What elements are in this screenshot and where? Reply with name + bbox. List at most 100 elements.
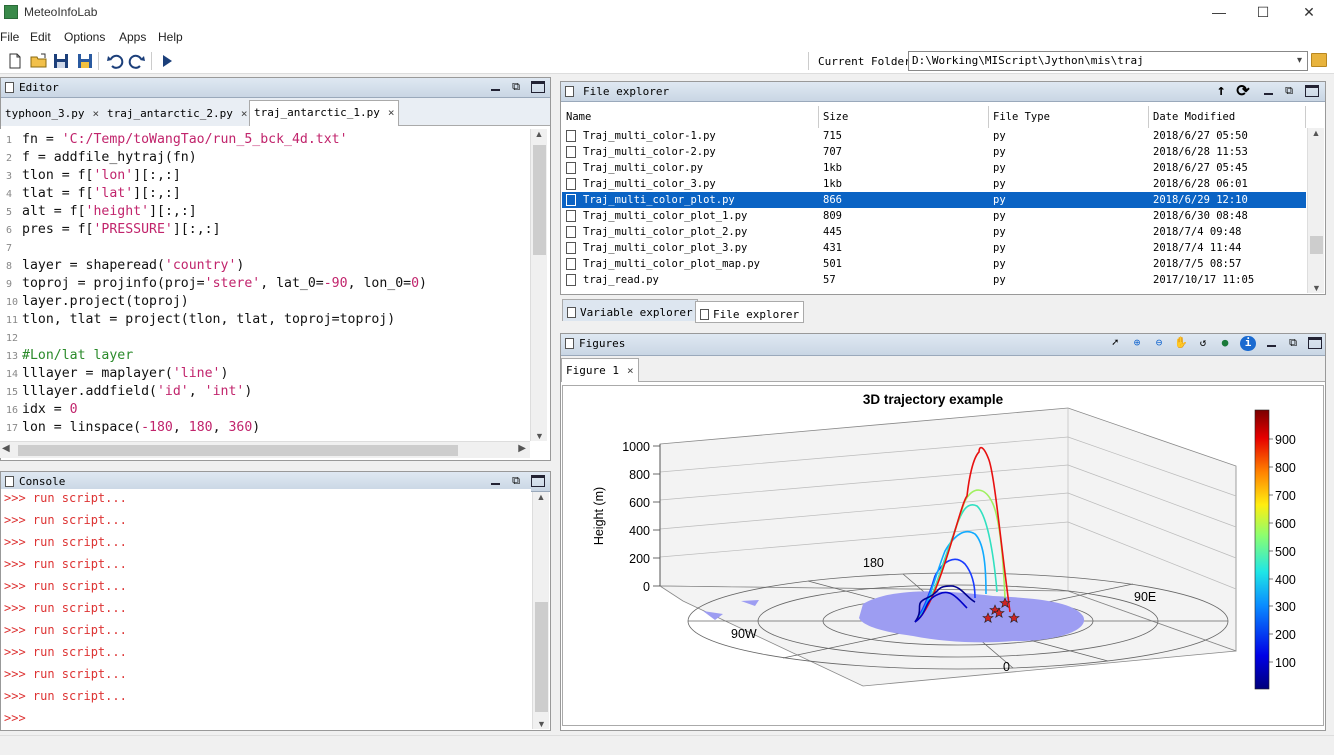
tab-traj-antarctic-1[interactable]: traj_antarctic_1.py × <box>249 100 400 126</box>
code-line[interactable]: 15 lllayer.addfield('id', 'int') <box>0 383 530 401</box>
scroll-right-icon[interactable]: ▶ <box>518 443 526 454</box>
menu-file[interactable]: File <box>0 30 19 44</box>
close-button[interactable]: ✕ <box>1286 0 1332 26</box>
minimize-panel-icon[interactable] <box>1264 86 1273 95</box>
editor-vertical-scrollbar[interactable]: ▲ ▼ <box>530 129 547 441</box>
float-panel-icon[interactable]: ⧉ <box>1285 336 1301 351</box>
tab-figure-1[interactable]: Figure 1 × <box>561 358 639 382</box>
close-tab-icon[interactable]: × <box>92 107 99 120</box>
code-line[interactable]: 6 pres = f['PRESSURE'][:,:] <box>0 221 530 239</box>
maximize-button[interactable]: ☐ <box>1240 0 1286 26</box>
scroll-down-icon[interactable]: ▼ <box>1308 283 1325 293</box>
maximize-panel-icon[interactable] <box>1308 337 1322 349</box>
code-line[interactable]: 11 tlon, tlat = project(tlon, tlat, topro… <box>0 311 530 329</box>
file-row[interactable]: Traj_multi_color-2.py 707 py 2018/6/28 11:5… <box>562 144 1306 160</box>
scroll-up-icon[interactable]: ▲ <box>531 129 547 139</box>
figure-canvas[interactable]: 3D trajectory example 1000 800 600 400 2… <box>562 385 1324 726</box>
scrollbar-thumb[interactable] <box>535 602 548 712</box>
file-row[interactable]: Traj_multi_color_plot_2.py 445 py 2018/7/4 … <box>562 224 1306 240</box>
info-icon[interactable]: i <box>1240 336 1256 351</box>
file-row[interactable]: Traj_multi_color.py 1kb py 2018/6/27 05:45 <box>562 160 1306 176</box>
file-row[interactable]: traj_read.py 57 py 2017/10/17 11:05 <box>562 272 1306 288</box>
code-line[interactable]: 4 tlat = f['lat'][:,:] <box>0 185 530 203</box>
open-folder-icon[interactable] <box>30 52 48 70</box>
zoom-out-icon[interactable]: ⊖ <box>1151 336 1167 351</box>
file-row[interactable]: Traj_multi_color-1.py 715 py 2018/6/27 05:5… <box>562 128 1306 144</box>
code-line[interactable]: 8 layer = shaperead('country') <box>0 257 530 275</box>
scrollbar-thumb[interactable] <box>533 145 546 255</box>
chevron-down-icon[interactable]: ▾ <box>1292 52 1307 70</box>
scroll-up-icon[interactable]: ▲ <box>1308 128 1324 138</box>
new-file-icon[interactable] <box>6 52 24 70</box>
tab-variable-explorer[interactable]: Variable explorer <box>562 299 698 321</box>
code-line[interactable]: 5 alt = f['height'][:,:] <box>0 203 530 221</box>
code-line[interactable]: 12 <box>0 329 530 347</box>
browse-folder-icon[interactable] <box>1311 53 1327 67</box>
maximize-panel-icon[interactable] <box>531 81 545 93</box>
minimize-panel-icon[interactable] <box>491 82 500 91</box>
float-panel-icon[interactable]: ⧉ <box>508 80 524 95</box>
refresh-icon[interactable]: ⟳ <box>1235 83 1251 99</box>
menu-apps[interactable]: Apps <box>119 30 146 44</box>
code-line[interactable]: 3 tlon = f['lon'][:,:] <box>0 167 530 185</box>
tab-typhoon-3[interactable]: typhoon_3.py × <box>1 102 105 126</box>
float-panel-icon[interactable]: ⧉ <box>1281 84 1297 99</box>
scroll-down-icon[interactable]: ▼ <box>533 719 550 729</box>
scrollbar-thumb[interactable] <box>18 445 458 456</box>
float-panel-icon[interactable]: ⧉ <box>508 474 524 489</box>
file-row[interactable]: Traj_multi_color_plot.py 866 py 2018/6/29 1… <box>562 192 1306 208</box>
run-icon[interactable] <box>158 52 176 70</box>
scroll-left-icon[interactable]: ◀ <box>2 443 10 454</box>
file-row[interactable]: Traj_multi_color_plot_map.py 501 py 2018/7/… <box>562 256 1306 272</box>
pan-hand-icon[interactable]: ✋ <box>1173 336 1189 351</box>
code-line[interactable]: 17 lon = linspace(-180, 180, 360) <box>0 419 530 437</box>
file-row[interactable]: Traj_multi_color_plot_3.py 431 py 2018/7/4 … <box>562 240 1306 256</box>
close-tab-icon[interactable]: × <box>627 364 634 377</box>
code-line[interactable]: 9 toproj = projinfo(proj='stere', lat_0=-… <box>0 275 530 293</box>
menu-options[interactable]: Options <box>64 30 105 44</box>
code-line[interactable]: 7 <box>0 239 530 257</box>
zoom-in-icon[interactable]: ⊕ <box>1129 336 1145 351</box>
menu-help[interactable]: Help <box>158 30 183 44</box>
code-line[interactable]: 16 idx = 0 <box>0 401 530 419</box>
minimize-panel-icon[interactable] <box>1267 338 1276 347</box>
column-header-date-modified[interactable]: Date Modified <box>1149 106 1306 128</box>
up-arrow-icon[interactable]: ↑ <box>1213 83 1229 99</box>
scrollbar-thumb[interactable] <box>1310 236 1323 254</box>
menu-edit[interactable]: Edit <box>30 30 51 44</box>
scroll-up-icon[interactable]: ▲ <box>533 492 549 502</box>
save-icon[interactable] <box>52 52 70 70</box>
maximize-panel-icon[interactable] <box>531 475 545 487</box>
tab-file-explorer[interactable]: File explorer <box>695 301 805 323</box>
pointer-icon[interactable]: ➚ <box>1107 336 1123 351</box>
code-line[interactable]: 13 #Lon/lat layer <box>0 347 530 365</box>
rotate-icon[interactable]: ↺ <box>1195 336 1211 351</box>
tab-traj-antarctic-2[interactable]: traj_antarctic_2.py × <box>103 102 253 126</box>
column-header-file-type[interactable]: File Type <box>989 106 1149 128</box>
undo-icon[interactable] <box>106 52 124 70</box>
code-line[interactable]: 10 layer.project(toproj) <box>0 293 530 311</box>
file-row[interactable]: Traj_multi_color_plot_1.py 809 py 2018/6/30… <box>562 208 1306 224</box>
maximize-panel-icon[interactable] <box>1305 85 1319 97</box>
code-line[interactable]: 14 lllayer = maplayer('line') <box>0 365 530 383</box>
column-header-size[interactable]: Size <box>819 106 989 128</box>
minimize-panel-icon[interactable] <box>491 476 500 485</box>
code-editor[interactable]: 1 fn = 'C:/Temp/toWangTao/run_5_bck_4d.tx… <box>0 129 530 441</box>
code-line[interactable]: 1 fn = 'C:/Temp/toWangTao/run_5_bck_4d.tx… <box>0 131 530 149</box>
current-folder-field[interactable]: D:\Working\MIScript\Jython\mis\traj <box>908 51 1308 71</box>
file-list-scrollbar[interactable]: ▲ ▼ <box>1307 128 1324 293</box>
scroll-down-icon[interactable]: ▼ <box>531 431 548 441</box>
column-header-name[interactable]: Name <box>562 106 819 128</box>
toolbar-divider <box>808 52 809 70</box>
code-line[interactable]: 2 f = addfile_hytraj(fn) <box>0 149 530 167</box>
editor-horizontal-scrollbar[interactable]: ◀ ▶ <box>0 441 530 458</box>
console-output[interactable]: >>> run script... >>> run script... >>> ru… <box>1 489 531 729</box>
globe-icon[interactable]: ● <box>1217 336 1233 351</box>
close-tab-icon[interactable]: × <box>388 106 395 119</box>
file-row[interactable]: Traj_multi_color_3.py 1kb py 2018/6/28 06:0… <box>562 176 1306 192</box>
save-all-icon[interactable] <box>76 52 94 70</box>
console-vertical-scrollbar[interactable]: ▲ ▼ <box>532 492 549 729</box>
minimize-button[interactable]: — <box>1196 0 1242 26</box>
redo-icon[interactable] <box>128 52 146 70</box>
close-tab-icon[interactable]: × <box>241 107 248 120</box>
